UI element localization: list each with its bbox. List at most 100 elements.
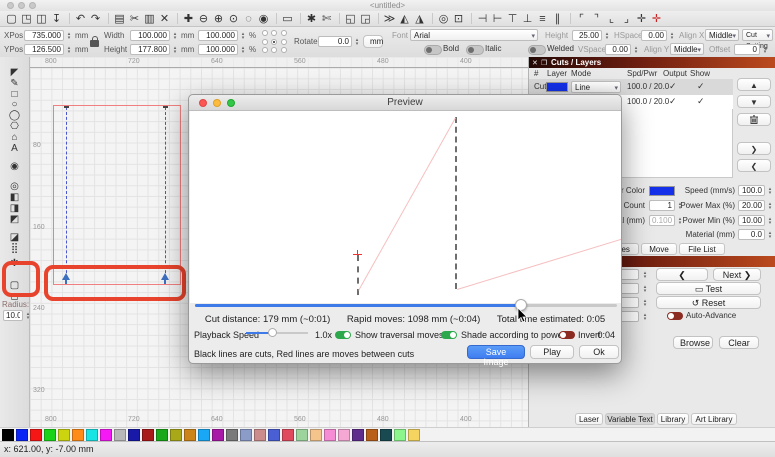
laser-field-2-stepper[interactable] [641,283,649,294]
radius-input[interactable] [3,310,23,321]
palette-swatch[interactable] [310,428,322,441]
ok-button[interactable]: Ok [579,345,619,359]
layer-delete-button[interactable] [737,113,771,126]
height-input[interactable] [130,44,170,55]
mirror-icon[interactable]: ◮ [412,12,427,26]
save-image-button[interactable]: Save Image [467,345,525,367]
alignx-select[interactable]: Middle [705,29,739,42]
preview-progress-slider[interactable] [195,299,617,311]
text-tool[interactable]: A [0,143,29,155]
power-max-input[interactable] [738,200,765,211]
ypos-stepper[interactable] [65,44,73,55]
paste-icon[interactable]: ▥ [142,12,157,26]
palette-swatch[interactable] [408,428,420,441]
boolean-subtract-tool[interactable]: ◨ [0,203,29,215]
aligny-select[interactable]: Middle [670,43,704,56]
units-button[interactable]: mm [363,35,383,48]
palette-swatch[interactable] [170,428,182,441]
hspace-stepper[interactable] [668,30,676,41]
import-icon[interactable]: ↧ [49,12,64,26]
playback-speed-knob[interactable] [268,328,277,337]
delete-icon[interactable]: ✕ [157,12,172,26]
ungroup-icon[interactable]: ◲ [358,12,373,26]
redo-icon[interactable]: ↷ [88,12,103,26]
palette-swatch[interactable] [240,428,252,441]
palette-swatch[interactable] [394,428,406,441]
palette-swatch[interactable] [268,428,280,441]
palette-swatch[interactable] [58,428,70,441]
distribute-vertical-icon[interactable]: ∥ [550,12,565,26]
layer-output-checkbox[interactable] [669,96,677,107]
show-origin-icon[interactable]: ◎ [436,12,451,26]
distribute-horizontal-icon[interactable]: ≡ [535,12,550,26]
open-file-icon[interactable]: ◳ [19,12,34,26]
zoom-out-icon[interactable]: ⊖ [196,12,211,26]
palette-swatch[interactable] [2,428,14,441]
screen-icon[interactable]: ▭ [280,12,295,26]
pentagon-tool[interactable]: ⌂ [0,132,29,144]
group-icon[interactable]: ◱ [343,12,358,26]
auto-advance-toggle[interactable] [667,312,683,320]
offset-stepper[interactable] [761,44,769,55]
width-percent-stepper[interactable] [239,30,247,41]
palette-swatch[interactable] [380,428,392,441]
zoom-frame-icon[interactable]: ⊙ [226,12,241,26]
tab-laser[interactable]: Laser [575,413,603,425]
device-settings-icon[interactable]: ✱ [304,12,319,26]
flip-horizontal-icon[interactable]: ≫ [382,12,397,26]
test-button[interactable]: ▭ Test [656,282,761,295]
marker-tool[interactable]: ◉ [0,162,29,173]
width-percent-input[interactable] [198,30,238,41]
layer-move-down-button[interactable]: ▼ [737,95,771,108]
close-panel-icon[interactable]: ✕ [532,58,538,69]
xpos-stepper[interactable] [65,30,73,41]
tab-move[interactable]: Move [641,243,677,255]
power-max-stepper[interactable] [766,200,774,211]
layer-show-checkbox[interactable] [697,96,705,107]
layer-color-swatch[interactable] [546,82,568,92]
width-stepper[interactable] [171,30,179,41]
palette-swatch[interactable] [296,428,308,441]
tab-library[interactable]: Library [657,413,689,425]
layer-output-checkbox[interactable] [669,81,677,92]
previous-button[interactable]: ❮ Previous [656,268,708,291]
palette-swatch[interactable] [86,428,98,441]
shade-power-toggle[interactable] [441,331,457,339]
align-right-icon[interactable]: ⊢ [490,12,505,26]
corner-upper-right-icon[interactable]: ⌝ [589,12,604,26]
cut-icon[interactable]: ✂ [127,12,142,26]
palette-swatch[interactable] [44,428,56,441]
frame-icon[interactable]: ⊡ [451,12,466,26]
palette-swatch[interactable] [338,428,350,441]
layer-mode-select[interactable]: Line [571,81,621,94]
height-stepper[interactable] [171,44,179,55]
power-min-input[interactable] [738,215,765,226]
laser-field-4-stepper[interactable] [641,311,649,322]
laser-field-1-stepper[interactable] [641,269,649,280]
palette-swatch[interactable] [324,428,336,441]
tab-art-library[interactable]: Art Library [691,413,737,425]
italic-toggle[interactable] [466,45,484,55]
palette-swatch[interactable] [226,428,238,441]
array-tool[interactable]: ⣿ [0,243,29,255]
flip-vertical-icon[interactable]: ◭ [397,12,412,26]
cuts-layers-header[interactable]: ✕ ❐ Cuts / Layers [529,57,775,68]
clear-button[interactable]: Clear [719,336,759,349]
playback-speed-slider[interactable] [246,328,308,337]
speed-stepper[interactable] [766,185,774,196]
move-to-laser-icon[interactable]: ✛ [649,12,664,26]
new-file-icon[interactable]: ▢ [4,12,19,26]
material-input[interactable] [738,229,765,240]
font-height-stepper[interactable] [603,30,611,41]
palette-swatch[interactable] [184,428,196,441]
rotate-stepper[interactable] [353,36,361,47]
node-edit-icon[interactable]: ✄ [319,12,334,26]
reset-button[interactable]: ↺ Reset [656,296,761,309]
palette-swatch[interactable] [30,428,42,441]
palette-swatch[interactable] [366,428,378,441]
vspace-stepper[interactable] [632,44,640,55]
offset-input[interactable] [734,44,760,55]
move-to-center-icon[interactable]: ✛ [634,12,649,26]
next-button[interactable]: Next ❯ [713,268,761,281]
tab-variable-text[interactable]: Variable Text [605,413,655,425]
